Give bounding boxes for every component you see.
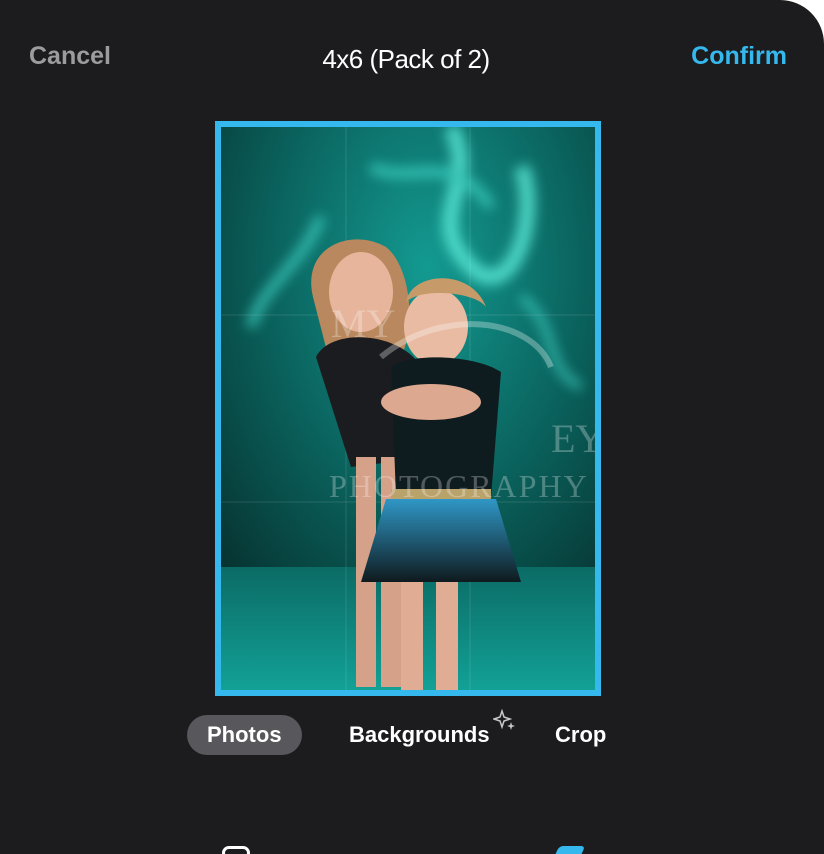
sparkle-icon: [493, 709, 515, 730]
watermark-line3: PHOTOGRAPHY: [329, 468, 589, 504]
photo-preview[interactable]: MY EY PHOTOGRAPHY: [221, 127, 595, 690]
tab-photos[interactable]: Photos: [187, 715, 302, 755]
crop-sheet: Cancel 4x6 (Pack of 2) Confirm MY E PHOT…: [0, 0, 824, 854]
editor-tabs: Photos Backgrounds Crop: [0, 715, 824, 755]
tab-crop[interactable]: Crop: [535, 715, 626, 755]
toolbar-icon-partial[interactable]: [222, 846, 250, 854]
confirm-button[interactable]: Confirm: [691, 42, 787, 71]
toolbar-icon-partial-accent[interactable]: [552, 846, 586, 854]
watermark-line1: MY: [331, 301, 395, 346]
crop-frame[interactable]: MY EY PHOTOGRAPHY: [215, 121, 601, 696]
tab-backgrounds[interactable]: Backgrounds: [329, 715, 510, 755]
watermark-line2: EY: [551, 416, 595, 461]
